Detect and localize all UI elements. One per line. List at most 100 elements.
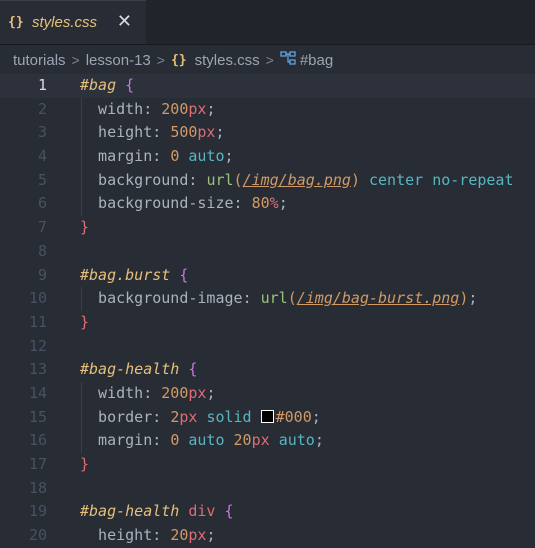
code-text: #bag { (80, 74, 134, 98)
token: 500 (170, 123, 198, 142)
color-swatch[interactable] (260, 409, 274, 423)
token: url (206, 170, 234, 189)
code-text: width: 200px; (80, 382, 215, 406)
code-line[interactable]: 7} (0, 216, 535, 240)
code-line[interactable]: 3 height: 500px; (0, 121, 535, 145)
tab-styles-css[interactable]: {} styles.css ✕ (0, 0, 146, 44)
token: 2 (170, 407, 180, 426)
token: solid (206, 407, 252, 426)
line-number: 18 (28, 478, 47, 497)
code-line[interactable]: 13 #bag-health { (0, 358, 535, 382)
code-text: height: 20px; (80, 524, 215, 548)
token: px (188, 383, 207, 402)
code-line[interactable]: 9 #bag.burst { (0, 264, 535, 288)
code-editor[interactable]: 1 #bag {2 width: 200px; 3 height: 500px; 4 … (0, 74, 535, 548)
symbol-class-icon (280, 51, 296, 69)
token: no-repeat (432, 170, 514, 189)
line-number: 14 (28, 383, 47, 402)
code-line[interactable]: 19 #bag-health div { (0, 500, 535, 524)
token: ; (278, 194, 288, 213)
line-number: 8 (37, 241, 47, 260)
token: #bag (80, 265, 117, 284)
token: { (179, 265, 189, 284)
token: #bag (80, 76, 117, 94)
code-line[interactable]: 4 margin: 0 auto; (0, 145, 535, 169)
token: { (125, 76, 135, 94)
token: auto (188, 431, 225, 450)
line-number: 20 (28, 526, 47, 545)
code-line[interactable]: 15 border: 2px solid #000; (0, 406, 535, 430)
token: margin (80, 147, 153, 166)
token: border (80, 407, 153, 426)
code-line[interactable]: 17} (0, 453, 535, 477)
code-line[interactable]: 16 margin: 0 auto 20px auto; (0, 429, 535, 453)
token: : (188, 170, 207, 189)
code-line[interactable]: 18 (0, 477, 535, 501)
code-text: #bag-health div { (80, 500, 234, 524)
code-text: background-image: url(/img/bag-burst.png… (80, 287, 477, 311)
token: { (224, 502, 234, 521)
token: #bag-health (80, 502, 180, 521)
chevron-right-icon: > (265, 52, 274, 68)
token: 20 (170, 526, 189, 545)
token: px (197, 123, 216, 142)
line-number: 10 (28, 289, 47, 308)
breadcrumb-item-symbol[interactable]: #bag (300, 52, 333, 69)
code-text: margin: 0 auto 20px auto; (80, 429, 324, 453)
token: auto (278, 431, 315, 450)
line-number: 13 (28, 360, 47, 379)
code-line[interactable]: 12 (0, 335, 535, 359)
code-line[interactable]: 20 height: 20px; (0, 524, 535, 548)
line-number: 3 (37, 123, 47, 142)
breadcrumb-item-file[interactable]: styles.css (195, 52, 260, 69)
tab-label: styles.css (32, 14, 98, 31)
token: #bag-health (80, 360, 180, 379)
tab-bar: {} styles.css ✕ (0, 0, 535, 45)
line-number: 7 (37, 218, 47, 237)
code-line[interactable]: 1 #bag { (0, 74, 535, 98)
code-line[interactable]: 6 background-size: 80%; (0, 192, 535, 216)
code-text: } (80, 311, 89, 335)
close-icon[interactable]: ✕ (117, 11, 132, 32)
token: px (188, 99, 207, 118)
token: : (242, 289, 261, 308)
token: auto (188, 147, 225, 166)
code-line[interactable]: 11} (0, 311, 535, 335)
css-braces-icon: {} (8, 15, 24, 30)
token: ; (206, 383, 216, 402)
token: 80 (251, 194, 270, 213)
token: ; (206, 526, 216, 545)
token: .burst (116, 265, 171, 284)
code-line[interactable]: 14 width: 200px; (0, 382, 535, 406)
code-line[interactable]: 2 width: 200px; (0, 98, 535, 122)
line-number: 11 (28, 312, 47, 331)
token: url (260, 289, 288, 308)
code-text: background: url(/img/bag.png) center no-… (80, 169, 514, 193)
breadcrumb-item-tutorials[interactable]: tutorials (13, 52, 66, 69)
code-line[interactable]: 8 (0, 240, 535, 264)
line-number: 9 (37, 265, 47, 284)
token: } (80, 455, 90, 473)
line-number: 12 (28, 336, 47, 355)
token: : (152, 526, 171, 545)
token: background-size (80, 194, 234, 213)
breadcrumb-item-lesson[interactable]: lesson-13 (86, 52, 151, 69)
line-number: 2 (37, 99, 47, 118)
code-line[interactable]: 5 background: url(/img/bag.png) center n… (0, 169, 535, 193)
token: 200 (161, 99, 189, 118)
token: px (179, 407, 198, 426)
line-number: 16 (28, 431, 47, 450)
token: px (188, 526, 207, 545)
token: ; (206, 99, 216, 118)
code-line[interactable]: 10 background-image: url(/img/bag-burst.… (0, 287, 535, 311)
token: : (152, 123, 171, 142)
token: px (251, 431, 270, 450)
token: div (188, 502, 216, 521)
token: ; (314, 431, 324, 450)
token: width (80, 99, 144, 118)
token: ) (459, 289, 469, 308)
